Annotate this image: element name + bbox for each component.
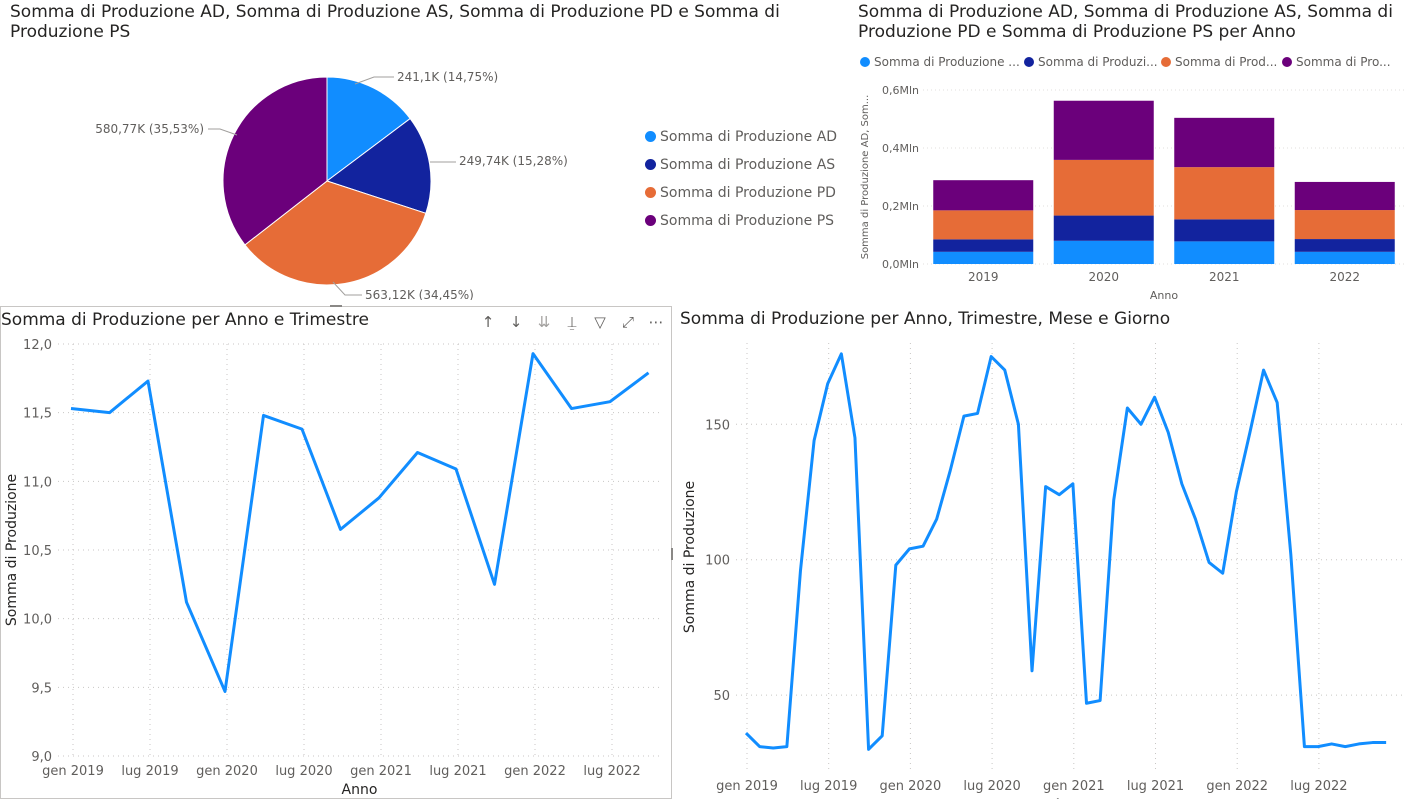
pie-data-label: 249,74K (15,28%) [459, 154, 568, 168]
bar-segment[interactable] [1294, 239, 1395, 252]
x-tick-label: gen 2020 [880, 779, 942, 794]
bar-segment[interactable] [1053, 215, 1154, 241]
pie-chart-svg[interactable]: 241,1K (14,75%) 249,74K (15,28%) 563,12K (… [0, 0, 800, 300]
x-tick-label: 2021 [1209, 270, 1240, 284]
x-tick-label: gen 2021 [350, 764, 412, 779]
y-tick-label: 9,5 [31, 681, 52, 696]
x-tick-label: gen 2022 [1206, 779, 1268, 794]
y-axis-title: Somma di Produzione [4, 474, 20, 626]
y-axis-title: Somma di Produzione AD, Som... [860, 95, 871, 260]
x-tick-label: lug 2019 [121, 764, 178, 779]
y-tick-label: 150 [705, 418, 730, 433]
x-tick-label: lug 2022 [583, 764, 640, 779]
x-tick-label: 2019 [968, 270, 999, 284]
x-tick-label: gen 2021 [1043, 779, 1105, 794]
x-tick-label: 2020 [1088, 270, 1119, 284]
quarterly-line-visual[interactable]: Somma di Produzione per Anno e Trimestre… [0, 306, 672, 799]
quarterly-line-svg[interactable]: 9,0 9,5 10,0 10,5 11,0 11,5 12,0 gen 2019 lug 20… [1, 307, 671, 798]
x-tick-label: gen 2022 [504, 764, 566, 779]
y-tick-label: 12,0 [23, 338, 52, 353]
y-tick-label: 10,0 [23, 613, 52, 628]
monthly-line-svg[interactable]: 50 100 150 gen 2019 lug 2019 gen 2020 lug 2020… [676, 306, 1415, 799]
pie-legend-item[interactable]: Somma di Produzione PS [645, 213, 834, 229]
pie-data-label: 241,1K (14,75%) [397, 70, 498, 84]
y-tick-label: 50 [713, 689, 730, 704]
bar-segment[interactable] [1174, 167, 1275, 220]
bar-segment[interactable] [1053, 100, 1154, 160]
bar-segment[interactable] [1174, 117, 1275, 168]
legend-dot-icon [645, 131, 656, 142]
y-tick-label: 10,5 [23, 544, 52, 559]
legend-dot-icon [645, 187, 656, 198]
x-tick-label: lug 2019 [800, 779, 857, 794]
x-tick-label: lug 2020 [963, 779, 1020, 794]
x-tick-label: gen 2019 [42, 764, 104, 779]
line-series[interactable] [70, 352, 650, 693]
x-axis-title: Anno [1150, 289, 1178, 300]
legend-label: Somma di Produzione AD [660, 129, 838, 145]
y-tick-label: 0,0Mln [882, 258, 919, 271]
bar-segment[interactable] [1294, 210, 1395, 240]
bar-segment[interactable] [933, 239, 1034, 252]
bar-segment[interactable] [1053, 159, 1154, 216]
y-axis-title: Somma di Produzione [682, 481, 698, 633]
legend-dot-icon [645, 159, 656, 170]
y-tick-label: 100 [705, 554, 730, 569]
x-axis-title: Anno [342, 782, 378, 798]
x-tick-label: gen 2020 [196, 764, 258, 779]
x-tick-label: 2022 [1329, 270, 1360, 284]
legend-label: Somma di Produzione AS [660, 157, 836, 173]
y-tick-label: 9,0 [31, 750, 52, 765]
stacked-chart-svg[interactable]: 0,0Mln 0,2Mln 0,4Mln 0,6Mln 2019 2020 2021 2022… [848, 0, 1415, 300]
resize-handle-right[interactable] [671, 548, 673, 560]
stacked-column-visual[interactable]: Somma di Produzione AD, Somma di Produzi… [848, 0, 1415, 300]
pie-chart-visual[interactable]: Somma di Produzione AD, Somma di Produzi… [0, 0, 837, 300]
y-tick-label: 0,4Mln [882, 142, 919, 155]
pie-legend-item[interactable]: Somma di Produzione AD [645, 129, 837, 145]
bar-segment[interactable] [1174, 241, 1275, 264]
pie-legend-item[interactable]: Somma di Produzione AS [645, 157, 835, 173]
x-tick-label: lug 2021 [1127, 779, 1184, 794]
pie-data-label: 580,77K (35,53%) [95, 122, 204, 136]
monthly-line-visual[interactable]: Somma di Produzione per Anno, Trimestre,… [676, 306, 1415, 799]
legend-dot-icon [645, 215, 656, 226]
legend-label: Somma di Produzione PD [660, 185, 836, 201]
y-tick-label: 11,5 [23, 407, 52, 422]
pie-leader-line [208, 128, 238, 136]
y-tick-label: 0,6Mln [882, 84, 919, 97]
bar-segment[interactable] [1294, 181, 1395, 211]
x-tick-label: gen 2019 [716, 779, 778, 794]
pie-legend-item[interactable]: Somma di Produzione PD [645, 185, 836, 201]
line-series[interactable] [744, 352, 1387, 751]
bar-segment[interactable] [1053, 240, 1154, 264]
bar-segment[interactable] [933, 251, 1034, 264]
bar-segment[interactable] [1174, 219, 1275, 242]
bar-segment[interactable] [933, 180, 1034, 211]
legend-label: Somma di Produzione PS [660, 213, 835, 229]
x-tick-label: lug 2022 [1290, 779, 1347, 794]
bar-segment[interactable] [933, 210, 1034, 240]
y-tick-label: 0,2Mln [882, 200, 919, 213]
y-tick-label: 11,0 [23, 475, 52, 490]
x-tick-label: lug 2021 [429, 764, 486, 779]
bar-segment[interactable] [1294, 251, 1395, 264]
pie-data-label: 563,12K (34,45%) [365, 288, 474, 300]
x-tick-label: lug 2020 [275, 764, 332, 779]
resize-handle-top[interactable] [330, 305, 342, 307]
